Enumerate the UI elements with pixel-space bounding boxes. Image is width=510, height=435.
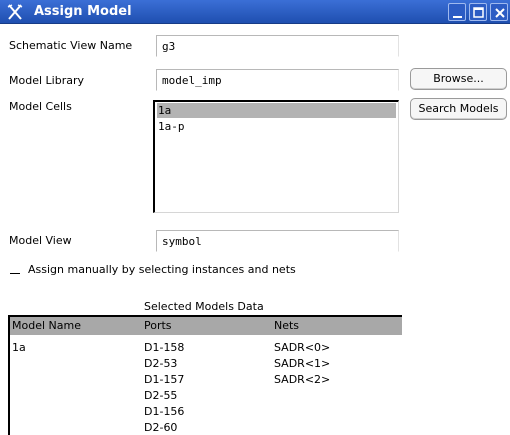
window-title: Assign Model bbox=[34, 4, 132, 19]
model-library-field[interactable]: model_imp bbox=[156, 69, 399, 91]
model-cell-item-selected[interactable]: 1a bbox=[157, 103, 396, 118]
cell-port[interactable]: D2-60 bbox=[144, 421, 177, 435]
cell-port[interactable]: D2-55 bbox=[144, 389, 177, 403]
assign-manually-label[interactable]: Assign manually by selecting instances a… bbox=[28, 263, 296, 277]
model-view-label: Model View bbox=[9, 234, 72, 247]
title-bar[interactable]: Assign Model bbox=[0, 0, 510, 24]
model-library-label: Model Library bbox=[9, 74, 84, 87]
model-cells-list[interactable]: 1a 1a-p bbox=[153, 100, 399, 213]
cell-port[interactable]: D2-53 bbox=[144, 357, 177, 371]
selected-models-table[interactable]: Model Name Ports Nets 1a D1-158 D2-53 D1… bbox=[8, 315, 402, 435]
cell-net[interactable]: SADR<1> bbox=[274, 357, 330, 371]
header-ports[interactable]: Ports bbox=[144, 319, 172, 333]
cell-port[interactable]: D1-157 bbox=[144, 373, 184, 387]
cell-port[interactable]: D1-156 bbox=[144, 405, 184, 419]
model-view-value: symbol bbox=[162, 235, 202, 248]
cell-net[interactable]: SADR<2> bbox=[274, 373, 330, 387]
header-nets[interactable]: Nets bbox=[274, 319, 299, 333]
search-models-button[interactable]: Search Models bbox=[410, 98, 507, 120]
table-header: Model Name Ports Nets bbox=[10, 317, 402, 335]
assign-manually-checkbox[interactable] bbox=[10, 264, 20, 274]
header-model-name[interactable]: Model Name bbox=[12, 319, 81, 333]
schematic-view-field[interactable]: g3 bbox=[156, 35, 399, 57]
maximize-icon[interactable] bbox=[469, 3, 487, 21]
model-cells-label: Model Cells bbox=[9, 100, 72, 113]
model-library-value: model_imp bbox=[162, 74, 222, 87]
app-icon[interactable] bbox=[6, 3, 24, 21]
model-view-field[interactable]: symbol bbox=[156, 230, 399, 252]
browse-button[interactable]: Browse... bbox=[410, 68, 507, 90]
selected-models-caption: Selected Models Data bbox=[144, 300, 264, 313]
cell-model-name[interactable]: 1a bbox=[12, 341, 26, 355]
cell-port[interactable]: D1-158 bbox=[144, 341, 184, 355]
model-cell-item[interactable]: 1a-p bbox=[157, 119, 396, 134]
close-icon[interactable] bbox=[490, 3, 508, 21]
schematic-view-label: Schematic View Name bbox=[9, 39, 133, 52]
cell-net[interactable]: SADR<0> bbox=[274, 341, 330, 355]
minimize-icon[interactable] bbox=[448, 3, 466, 21]
schematic-view-value: g3 bbox=[162, 40, 176, 53]
